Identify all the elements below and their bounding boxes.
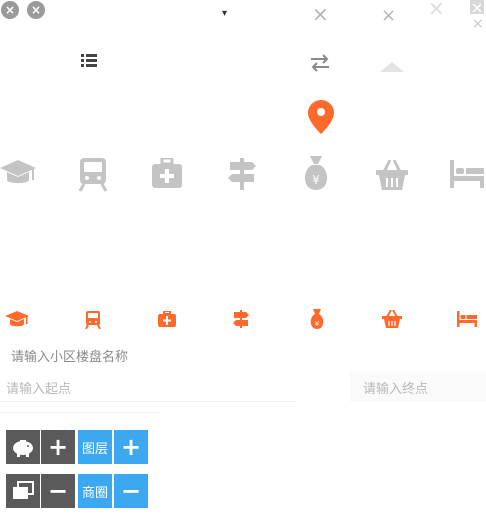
layers-button[interactable]: 图层 <box>78 430 112 464</box>
basket-icon[interactable] <box>382 310 402 328</box>
medical-kit-icon[interactable] <box>152 158 182 188</box>
start-point-input[interactable]: 请输入起点 <box>6 378 71 397</box>
basket-icon[interactable] <box>376 160 408 190</box>
graduation-cap-icon[interactable] <box>0 158 36 188</box>
close-button-2[interactable]: × <box>27 1 45 19</box>
money-bag-icon[interactable]: ¥ <box>302 156 330 190</box>
divider <box>0 412 160 413</box>
bed-icon[interactable] <box>450 160 484 188</box>
graduation-cap-icon[interactable] <box>5 310 29 330</box>
zoom-out-button-blue[interactable]: − <box>114 474 148 508</box>
money-bag-icon[interactable]: ¥ <box>309 309 325 329</box>
subway-train-icon[interactable] <box>85 311 101 329</box>
close-icon[interactable]: × <box>312 4 329 24</box>
zoom-out-button[interactable]: − <box>41 474 75 508</box>
dropdown-caret-icon[interactable]: ▾ <box>222 8 227 19</box>
subway-train-icon[interactable] <box>78 158 108 192</box>
bed-icon[interactable] <box>457 311 477 327</box>
copy-windows-button[interactable] <box>6 474 40 508</box>
list-icon[interactable] <box>81 52 97 71</box>
close-icon[interactable]: × <box>381 6 396 26</box>
piggy-bank-icon <box>13 440 33 457</box>
close-icon[interactable]: × <box>472 14 484 34</box>
swap-arrows-icon[interactable] <box>310 54 330 76</box>
svg-text:¥: ¥ <box>312 173 320 187</box>
start-input-underline <box>0 401 296 402</box>
zoom-in-button-blue[interactable]: + <box>114 430 148 464</box>
location-pin-icon[interactable] <box>308 100 334 138</box>
end-point-input[interactable]: 请输入终点 <box>363 378 428 397</box>
zoom-in-button[interactable]: + <box>41 430 75 464</box>
community-search-input[interactable]: 请输入小区楼盘名称 <box>11 346 128 365</box>
piggy-bank-button[interactable] <box>6 430 40 464</box>
close-icon[interactable]: × <box>428 0 445 18</box>
signpost-icon[interactable] <box>233 310 249 328</box>
svg-text:¥: ¥ <box>315 320 320 328</box>
close-button-1[interactable]: × <box>1 1 19 19</box>
signpost-icon[interactable] <box>228 158 256 190</box>
windows-icon <box>13 481 34 499</box>
caret-up-icon[interactable] <box>380 58 404 77</box>
business-district-button[interactable]: 商圈 <box>78 474 112 508</box>
medical-kit-icon[interactable] <box>158 311 176 327</box>
close-icon-square[interactable] <box>470 0 484 14</box>
